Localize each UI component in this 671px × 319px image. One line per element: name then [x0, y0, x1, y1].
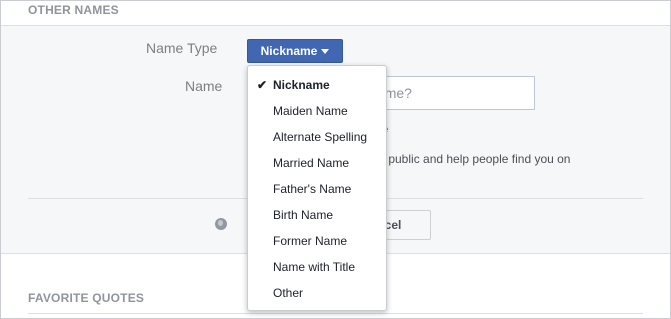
quotes-divider [28, 313, 643, 314]
menu-item-label: Maiden Name [273, 104, 348, 118]
help-text: s public and help people find you on [379, 152, 571, 166]
menu-item-label: Father's Name [273, 182, 352, 196]
menu-item-label: Nickname [273, 78, 330, 92]
name-label: Name [185, 78, 223, 94]
name-type-label: Name Type [146, 40, 218, 56]
menu-item[interactable]: Father's Name [248, 176, 386, 202]
globe-icon[interactable] [215, 218, 227, 230]
menu-item-label: Birth Name [273, 208, 334, 222]
menu-item-label: Other [273, 286, 304, 300]
menu-item[interactable]: Former Name [248, 228, 386, 254]
name-type-dropdown-button[interactable]: Nickname [247, 39, 343, 63]
favorite-quotes-title: FAVORITE QUOTES [28, 291, 145, 305]
other-names-panel: OTHER NAMES Name Type Nickname Name le s… [0, 0, 671, 319]
menu-item[interactable]: Maiden Name [248, 98, 386, 124]
name-type-menu: ✔ Nickname Maiden Name Alternate Spelling Ma… [247, 65, 387, 311]
menu-item-label: Name with Title [273, 260, 356, 274]
section-header: OTHER NAMES [1, 1, 670, 26]
menu-item-label: Married Name [273, 156, 350, 170]
section-title: OTHER NAMES [28, 3, 119, 17]
menu-item[interactable]: ✔ Nickname [248, 72, 386, 98]
name-type-selected: Nickname [260, 44, 318, 58]
chevron-down-icon [321, 48, 330, 54]
menu-item[interactable]: Birth Name [248, 202, 386, 228]
menu-item[interactable]: Alternate Spelling [248, 124, 386, 150]
menu-item-label: Former Name [273, 234, 348, 248]
menu-item[interactable]: Married Name [248, 150, 386, 176]
menu-item[interactable]: Name with Title [248, 254, 386, 280]
menu-item-label: Alternate Spelling [273, 130, 368, 144]
checkmark-icon: ✔ [257, 78, 268, 92]
menu-item[interactable]: Other [248, 280, 386, 306]
